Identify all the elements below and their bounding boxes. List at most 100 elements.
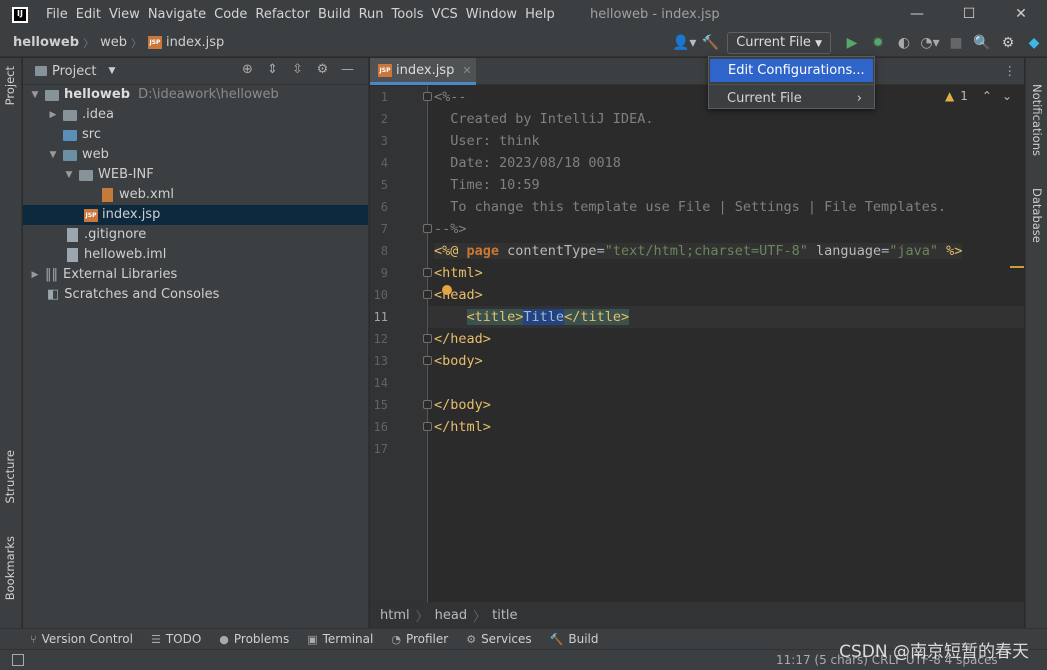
gear-icon[interactable]: ⚙ (310, 62, 335, 77)
user-icon[interactable]: 👤▾ (671, 35, 697, 51)
code-line-9[interactable]: <html> (423, 262, 1024, 284)
code-line-6[interactable]: To change this template use File | Setti… (428, 196, 1024, 218)
code-line-15[interactable]: </body> (423, 394, 1024, 416)
chevron-down-icon[interactable]: ⌄ (1002, 89, 1012, 103)
fold-icon[interactable] (423, 422, 432, 431)
run-icon[interactable]: ▶ (839, 35, 865, 51)
code-line-4[interactable]: Date: 2023/08/18 0018 (428, 152, 1024, 174)
tree-item-web[interactable]: ▼ web (23, 145, 368, 165)
code-line-5[interactable]: Time: 10:59 (428, 174, 1024, 196)
menu-view[interactable]: View (105, 7, 144, 22)
tree-item-helloweb[interactable]: ▼ helloweb D:\ideawork\helloweb (23, 85, 368, 105)
profiler-tab[interactable]: ◔ Profiler (391, 632, 448, 646)
database-tool-tab[interactable]: Database (1030, 188, 1044, 243)
breadcrumb-project[interactable]: helloweb (13, 35, 79, 50)
code-line-16[interactable]: </html> (423, 416, 1024, 438)
code-line-3[interactable]: User: think (428, 130, 1024, 152)
code-line-14[interactable] (428, 372, 1024, 394)
code-line-11[interactable]: <title>Title</title> (428, 306, 1024, 328)
code-line-7[interactable]: --%> (423, 218, 1024, 240)
chevron-up-icon[interactable]: ⌃ (982, 89, 992, 103)
breadcrumb-title[interactable]: title (492, 608, 517, 623)
menu-vcs[interactable]: VCS (428, 7, 462, 22)
tree-item-helloweb-iml[interactable]: helloweb.iml (23, 245, 368, 265)
project-panel-title[interactable]: Project (52, 64, 96, 79)
debug-icon[interactable]: ✹ (865, 35, 891, 51)
current-file-item[interactable]: Current File › (709, 87, 874, 110)
chevron-down-icon[interactable]: ▼ (108, 66, 115, 76)
fold-icon[interactable] (423, 334, 432, 343)
coverage-icon[interactable]: ◐ (891, 35, 917, 51)
gear-icon[interactable]: ⚙ (995, 35, 1021, 51)
menu-code[interactable]: Code (210, 7, 251, 22)
menu-file[interactable]: File (42, 7, 72, 22)
minimize-icon[interactable]: — (891, 0, 943, 29)
maximize-icon[interactable]: ☐ (943, 0, 995, 29)
build-tab[interactable]: 🔨 Build (550, 632, 599, 646)
tree-item-web-xml[interactable]: web.xml (23, 185, 368, 205)
menu-edit[interactable]: Edit (72, 7, 105, 22)
code-line-8[interactable]: <%@ page contentType="text/html;charset=… (428, 240, 1024, 262)
fold-icon[interactable] (423, 356, 432, 365)
tree-item-idea[interactable]: ▶ .idea (23, 105, 368, 125)
structure-tool-tab[interactable]: Structure (3, 450, 17, 504)
code-line-12[interactable]: </head> (423, 328, 1024, 350)
chevron-right-icon[interactable]: ▶ (47, 105, 59, 125)
breadcrumb-file[interactable]: index.jsp (166, 35, 224, 50)
code-area[interactable]: <%-- Created by IntelliJ IDEA. User: thi… (423, 86, 1024, 602)
tab-index-jsp[interactable]: JSP index.jsp ✕ (370, 58, 476, 85)
fold-icon[interactable] (423, 400, 432, 409)
close-tab-icon[interactable]: ✕ (462, 64, 471, 77)
run-configuration-select[interactable]: Current File ▼ (727, 32, 831, 54)
menu-build[interactable]: Build (314, 7, 355, 22)
build-hammer-icon[interactable]: 🔨 (697, 35, 723, 51)
fold-icon[interactable] (423, 290, 432, 299)
breadcrumb-folder[interactable]: web (100, 35, 127, 50)
notifications-tool-tab[interactable]: Notifications (1030, 84, 1044, 156)
version-control-tab[interactable]: ⑂ Version Control (30, 632, 133, 646)
menu-run[interactable]: Run (355, 7, 388, 22)
bookmarks-tool-tab[interactable]: Bookmarks (3, 536, 17, 600)
tree-item-scratches[interactable]: ◧ Scratches and Consoles (23, 285, 368, 305)
intention-bulb-icon[interactable] (442, 285, 452, 295)
menu-window[interactable]: Window (462, 7, 521, 22)
locate-icon[interactable]: ⊕ (235, 62, 260, 77)
toggle-tool-windows-icon[interactable] (12, 654, 24, 666)
breadcrumb-html[interactable]: html (380, 608, 410, 623)
fold-icon[interactable] (423, 268, 432, 277)
menu-tools[interactable]: Tools (388, 7, 428, 22)
chevron-right-icon[interactable]: ▶ (29, 265, 41, 285)
services-tab[interactable]: ⚙ Services (466, 632, 531, 646)
fold-icon[interactable] (423, 92, 432, 101)
more-options-icon[interactable]: ⋮ (1004, 63, 1017, 78)
expand-all-icon[interactable]: ⇕ (260, 62, 285, 77)
todo-tab[interactable]: ☰ TODO (151, 632, 201, 646)
code-line-10[interactable]: <head> (423, 284, 1024, 306)
jetbrains-toolbox-icon[interactable]: ◆ (1021, 35, 1047, 51)
chevron-down-icon[interactable]: ▼ (63, 165, 75, 185)
problems-tab[interactable]: ● Problems (219, 632, 289, 646)
chevron-down-icon[interactable]: ▼ (29, 85, 41, 105)
tree-item-gitignore[interactable]: .gitignore (23, 225, 368, 245)
menu-help[interactable]: Help (521, 7, 559, 22)
edit-configurations-item[interactable]: Edit Configurations... (710, 59, 873, 82)
search-icon[interactable]: 🔍 (969, 35, 995, 51)
fold-icon[interactable] (423, 224, 432, 233)
tree-item-src[interactable]: src (23, 125, 368, 145)
terminal-tab[interactable]: ▣ Terminal (307, 632, 373, 646)
chevron-down-icon[interactable]: ▼ (47, 145, 59, 165)
menu-refactor[interactable]: Refactor (251, 7, 314, 22)
scrollbar-warning-marker[interactable] (1010, 266, 1024, 268)
stop-icon[interactable]: ■ (943, 35, 969, 51)
project-tool-tab[interactable]: Project (3, 66, 17, 105)
code-line-13[interactable]: <body> (423, 350, 1024, 372)
code-line-2[interactable]: Created by IntelliJ IDEA. (428, 108, 1024, 130)
inspection-widget[interactable]: ▲ 1 ⌃ ⌄ (945, 89, 1012, 103)
breadcrumb-head[interactable]: head (435, 608, 467, 623)
tree-item-index-jsp[interactable]: JSP index.jsp (23, 205, 368, 225)
tree-item-external-libraries[interactable]: ▶ ‖‖ External Libraries (23, 265, 368, 285)
menu-navigate[interactable]: Navigate (144, 7, 210, 22)
hide-icon[interactable]: — (335, 62, 360, 77)
collapse-all-icon[interactable]: ⇳ (285, 62, 310, 77)
profiler-icon[interactable]: ◔▾ (917, 35, 943, 51)
